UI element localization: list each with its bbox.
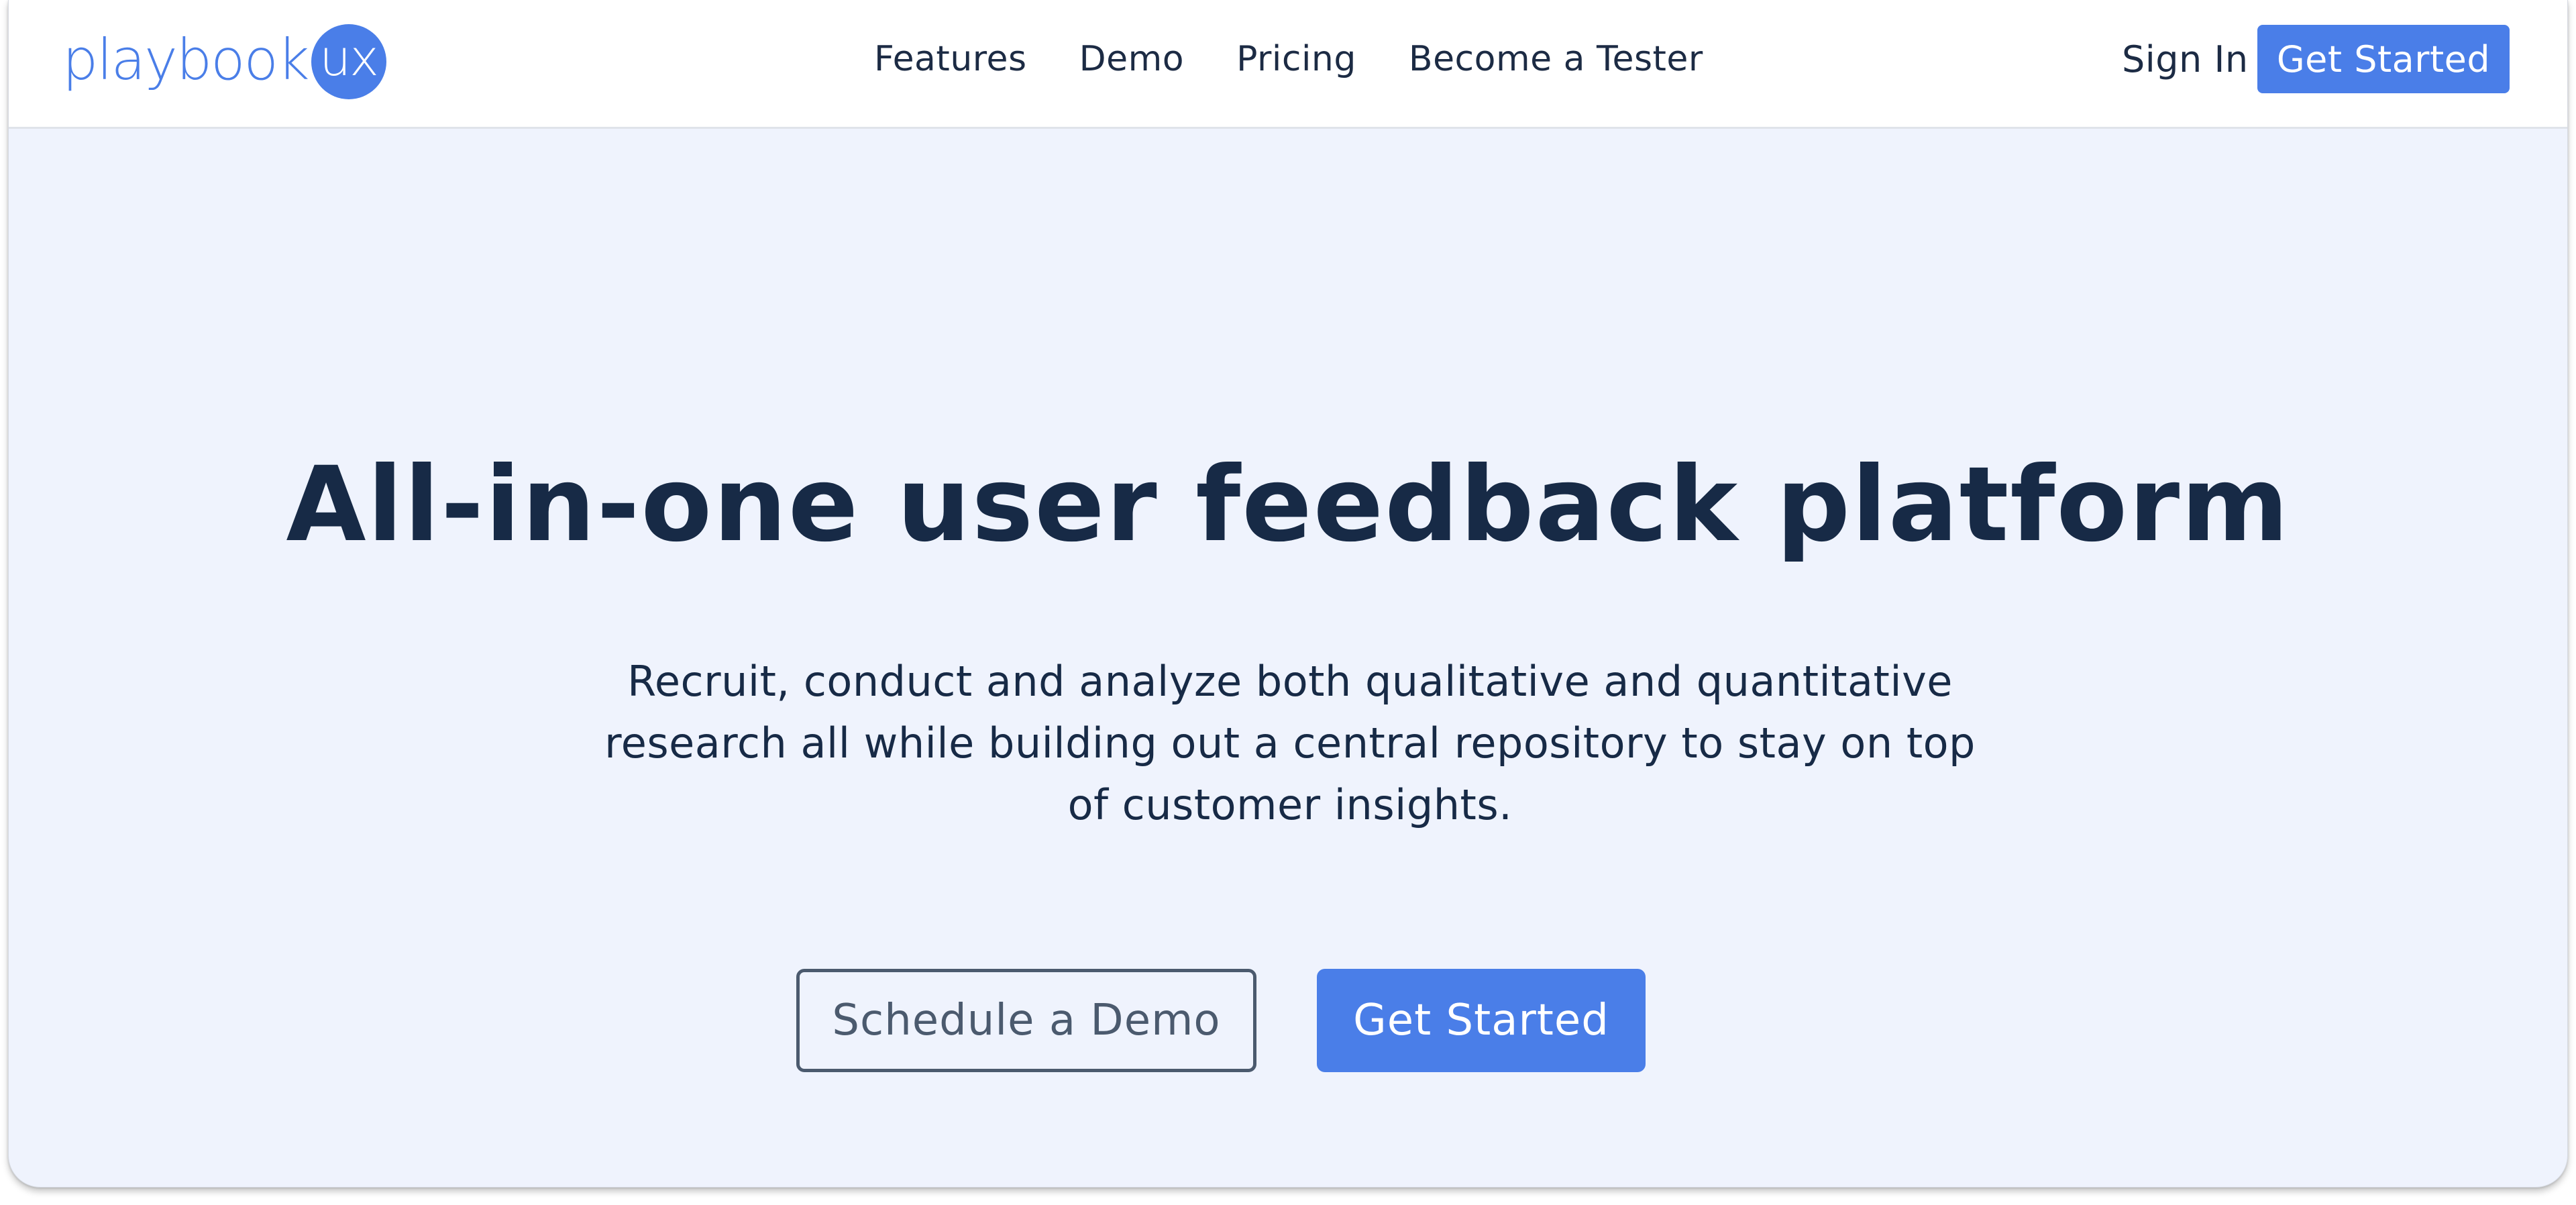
brand-logo[interactable]: playbook ux (62, 24, 386, 99)
get-started-nav-button[interactable]: Get Started (2257, 25, 2510, 93)
brand-name: playbook (62, 27, 310, 93)
top-navbar: playbook ux Features Demo Pricing Become… (9, 0, 2567, 129)
sign-in-link[interactable]: Sign In (2122, 0, 2249, 118)
primary-nav: Features Demo Pricing Become a Tester (874, 0, 1703, 118)
hero-title: All-in-one user feedback platform (286, 445, 2290, 565)
nav-link-features[interactable]: Features (874, 39, 1027, 79)
nav-link-pricing[interactable]: Pricing (1236, 39, 1356, 79)
nav-link-become-a-tester[interactable]: Become a Tester (1409, 39, 1703, 79)
brand-badge: ux (311, 24, 386, 99)
schedule-demo-button[interactable]: Schedule a Demo (796, 969, 1256, 1072)
browser-viewport: playbook ux Features Demo Pricing Become… (8, 0, 2568, 1188)
get-started-hero-button[interactable]: Get Started (1317, 969, 1646, 1072)
nav-link-demo[interactable]: Demo (1079, 39, 1185, 79)
hero-subtitle: Recruit, conduct and analyze both qualit… (604, 657, 1976, 829)
